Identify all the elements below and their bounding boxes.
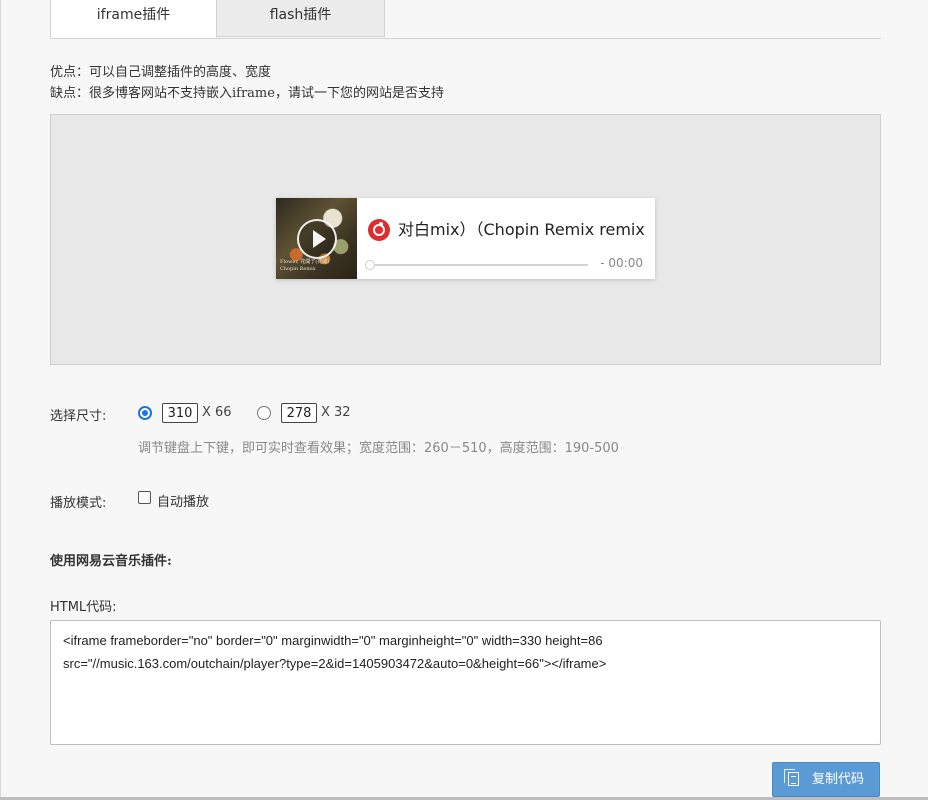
album-cover-text: Flower, 花開了(花開) Chopin Remix [280,259,330,272]
page-left-border [0,0,1,800]
progress-handle[interactable] [365,260,375,270]
pros-text: 优点：可以自己调整插件的高度、宽度 [50,65,272,80]
tab-flash[interactable]: flash插件 [217,0,385,37]
size-option-1-radio[interactable] [138,406,152,420]
size-option-2-radio[interactable] [257,406,271,420]
copy-code-label: 复制代码 [812,772,865,787]
copy-icon [784,769,799,786]
size-option-1-height: X 66 [202,405,232,420]
play-button-icon[interactable] [297,219,337,259]
html-code-line-2: src="//music.163.com/outchain/player?typ… [63,656,607,671]
netease-logo-icon [368,219,390,241]
html-code-line-1: <iframe frameborder="no" border="0" marg… [63,633,603,648]
autoplay-checkbox[interactable] [138,491,151,504]
size-option-1-width-input[interactable] [162,403,198,423]
size-option-2-height: X 32 [321,405,351,420]
music-player-widget: Flower, 花開了(花開) Chopin Remix 对白mix）（Chop… [276,198,655,279]
size-hint: 调节键盘上下键，即可实时查看效果；宽度范围：260－510，高度范围：190-5… [138,441,619,456]
cons-text: 缺点：很多博客网站不支持嵌入iframe，请试一下您的网站是否支持 [50,86,444,101]
plugin-info: 优点：可以自己调整插件的高度、宽度 缺点：很多博客网站不支持嵌入iframe，请… [50,62,444,104]
play-mode-label: 播放模式: [50,496,107,511]
autoplay-label[interactable]: 自动播放 [157,491,209,510]
album-cover: Flower, 花開了(花開) Chopin Remix [276,198,357,279]
tab-iframe[interactable]: iframe插件 [50,0,217,38]
html-code-textarea[interactable]: <iframe frameborder="no" border="0" marg… [50,620,881,745]
html-code-label: HTML代码: [50,600,117,615]
section-title: 使用网易云音乐插件: [50,554,172,569]
size-option-2-width-input[interactable] [281,403,317,423]
copy-code-button[interactable]: 复制代码 [772,762,880,797]
playback-time: - 00:00 [600,256,643,270]
progress-track[interactable] [370,264,588,266]
song-title: 对白mix）（Chopin Remix remix） [398,220,644,239]
size-label: 选择尺寸: [50,409,107,424]
plugin-tabs: iframe插件 flash插件 [50,0,881,39]
